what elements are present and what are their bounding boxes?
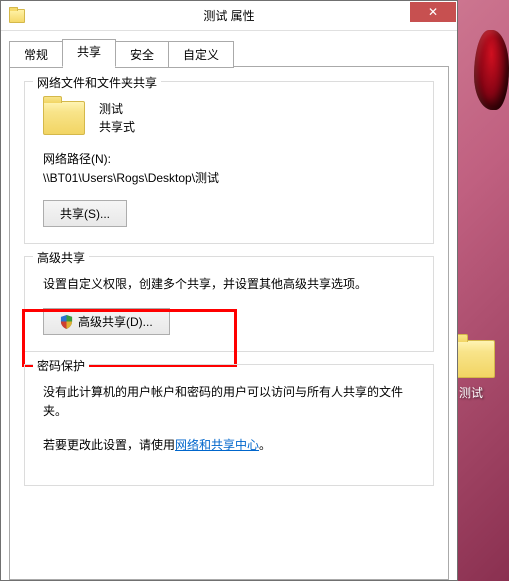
advanced-share-button-label: 高级共享(D)... xyxy=(78,313,153,330)
tab-security[interactable]: 安全 xyxy=(115,41,169,68)
tab-sharing[interactable]: 共享 xyxy=(62,39,116,67)
tab-custom[interactable]: 自定义 xyxy=(168,41,234,68)
password-description: 没有此计算机的用户帐户和密码的用户可以访问与所有人共享的文件夹。 xyxy=(43,383,415,421)
tab-general[interactable]: 常规 xyxy=(9,41,63,68)
folder-texts: 测试 共享式 xyxy=(99,100,135,136)
tab-area: 常规 共享 安全 自定义 网络文件和文件夹共享 测试 共享式 网络路径(N): … xyxy=(1,31,457,580)
folder-summary: 测试 共享式 xyxy=(43,100,421,136)
group-title-password: 密码保护 xyxy=(33,357,89,374)
password-note-prefix: 若要更改此设置，请使用 xyxy=(43,438,175,452)
network-sharing-center-link[interactable]: 网络和共享中心 xyxy=(175,438,259,452)
tab-content-sharing: 网络文件和文件夹共享 测试 共享式 网络路径(N): \\BT01\Users\… xyxy=(9,66,449,580)
share-button-label: 共享(S)... xyxy=(60,205,110,222)
group-title-advanced: 高级共享 xyxy=(33,249,89,266)
folder-icon xyxy=(9,9,25,23)
group-advanced-sharing: 高级共享 设置自定义权限，创建多个共享，并设置其他高级共享选项。 高级共享(D)… xyxy=(24,256,434,352)
close-button[interactable]: ✕ xyxy=(410,2,456,22)
tabs: 常规 共享 安全 自定义 xyxy=(9,39,449,66)
advanced-share-button[interactable]: 高级共享(D)... xyxy=(43,308,170,335)
share-status: 共享式 xyxy=(99,118,135,136)
group-network-sharing: 网络文件和文件夹共享 测试 共享式 网络路径(N): \\BT01\Users\… xyxy=(24,81,434,244)
network-path-value: \\BT01\Users\Rogs\Desktop\测试 xyxy=(43,169,421,186)
advanced-description: 设置自定义权限，创建多个共享，并设置其他高级共享选项。 xyxy=(43,275,415,294)
share-button[interactable]: 共享(S)... xyxy=(43,200,127,227)
dialog-title: 测试 属性 xyxy=(203,7,254,24)
folder-name: 测试 xyxy=(99,100,135,118)
folder-icon xyxy=(43,101,85,135)
password-note-suffix: 。 xyxy=(259,438,271,452)
close-icon: ✕ xyxy=(428,5,438,19)
password-note: 若要更改此设置，请使用网络和共享中心。 xyxy=(43,436,415,455)
uac-shield-icon xyxy=(60,315,73,329)
properties-dialog: 测试 属性 ✕ 常规 共享 安全 自定义 网络文件和文件夹共享 测试 共享式 xyxy=(0,0,458,581)
group-title-network: 网络文件和文件夹共享 xyxy=(33,74,161,91)
group-password-protection: 密码保护 没有此计算机的用户帐户和密码的用户可以访问与所有人共享的文件夹。 若要… xyxy=(24,364,434,486)
titlebar: 测试 属性 ✕ xyxy=(1,1,457,31)
network-path-label: 网络路径(N): xyxy=(43,150,421,167)
